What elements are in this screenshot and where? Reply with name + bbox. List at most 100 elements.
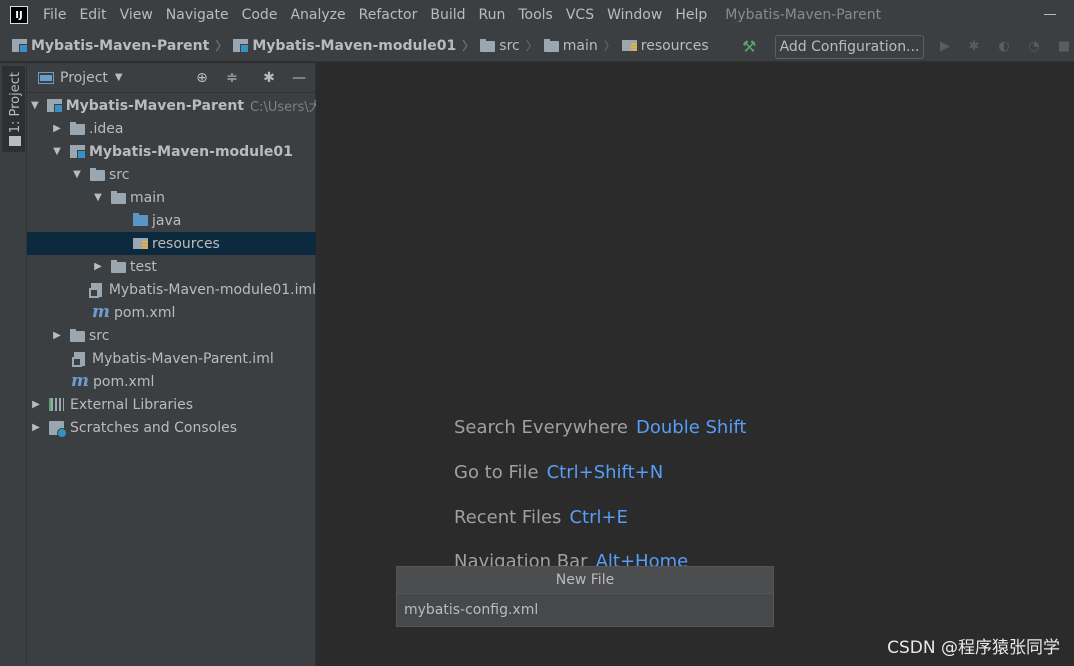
expanded-arrow-icon[interactable]: ▼ — [31, 100, 39, 111]
menu-build[interactable]: Build — [425, 0, 470, 30]
collapse-all-icon[interactable]: ≑ — [223, 69, 241, 87]
watermark: CSDN @程序猿张同学 — [887, 638, 1060, 658]
menu-view[interactable]: View — [115, 0, 158, 30]
project-panel: Project ▼ ⊕ ≑ ✱ — ▼ Mybatis-Maven-Parent… — [27, 63, 322, 666]
run-icon[interactable]: ▶ — [937, 39, 953, 55]
tree-item-module01-iml[interactable]: Mybatis-Maven-module01.iml — [27, 278, 316, 301]
tree-item-src[interactable]: ▼ src — [27, 163, 316, 186]
module-icon — [70, 145, 86, 159]
menu-run[interactable]: Run — [474, 0, 511, 30]
menu-code[interactable]: Code — [237, 0, 283, 30]
expanded-arrow-icon[interactable]: ▼ — [93, 192, 103, 203]
menu-tools[interactable]: Tools — [513, 0, 558, 30]
folder-icon — [111, 259, 126, 273]
breadcrumb-label: src — [499, 37, 520, 54]
new-file-dialog-title: New File — [397, 567, 773, 594]
intellij-logo-icon: IJ — [10, 6, 28, 24]
menu-vcs[interactable]: VCS — [561, 0, 599, 30]
chevron-down-icon[interactable]: ▼ — [115, 72, 123, 83]
breadcrumb-resources[interactable]: resources — [621, 37, 709, 54]
build-hammer-icon[interactable]: ⚒ — [742, 37, 762, 56]
tree-item-parent-src[interactable]: ▶ src — [27, 324, 316, 347]
tree-item-label: resources — [152, 235, 220, 252]
breadcrumb-label: resources — [640, 37, 709, 54]
gear-icon[interactable]: ✱ — [260, 69, 278, 87]
breadcrumb-src[interactable]: src 〉 — [480, 37, 538, 54]
module-icon — [12, 39, 28, 53]
scratches-icon — [49, 420, 67, 438]
menu-navigate[interactable]: Navigate — [161, 0, 234, 30]
collapsed-arrow-icon[interactable]: ▶ — [31, 399, 41, 410]
expanded-arrow-icon[interactable]: ▼ — [52, 146, 62, 157]
file-name-input[interactable]: mybatis-config.xml — [397, 594, 773, 626]
tree-item-label: pom.xml — [93, 373, 155, 390]
folder-icon — [9, 136, 21, 146]
menu-help[interactable]: Help — [670, 0, 712, 30]
hint-go-to-file: Go to File Ctrl+Shift+N — [454, 462, 663, 483]
tree-item-module01[interactable]: ▼ Mybatis-Maven-module01 — [27, 140, 316, 163]
profile-icon[interactable]: ◔ — [1026, 39, 1042, 55]
collapsed-arrow-icon[interactable]: ▶ — [52, 330, 62, 341]
source-folder-icon — [133, 213, 148, 226]
coverage-icon[interactable]: ◐ — [996, 39, 1012, 55]
new-file-dialog: New File mybatis-config.xml — [396, 566, 774, 627]
tree-item-label: src — [109, 166, 130, 183]
folder-icon — [480, 38, 496, 52]
breadcrumb-label: Mybatis-Maven-module01 — [252, 37, 457, 54]
hint-text: Recent Files — [454, 507, 562, 528]
menu-edit[interactable]: Edit — [74, 0, 111, 30]
tree-item-scratches[interactable]: ▶ Scratches and Consoles — [27, 416, 316, 439]
project-view-selector[interactable]: Project — [60, 70, 108, 86]
collapsed-arrow-icon[interactable]: ▶ — [31, 422, 41, 433]
tree-item-module01-pom[interactable]: m pom.xml — [27, 301, 316, 324]
tree-item-main[interactable]: ▼ main — [27, 186, 316, 209]
tree-item-label: main — [130, 189, 165, 206]
maven-icon: m — [92, 302, 110, 322]
breadcrumb-module01[interactable]: Mybatis-Maven-module01 〉 — [233, 37, 474, 54]
iml-file-icon — [88, 282, 102, 298]
window-title: Mybatis-Maven-Parent — [725, 7, 882, 23]
add-configuration-button[interactable]: Add Configuration... — [775, 35, 924, 59]
iml-file-icon — [72, 351, 85, 367]
folder-icon — [543, 38, 559, 52]
locate-icon[interactable]: ⊕ — [193, 69, 211, 87]
project-view-icon — [38, 71, 54, 84]
tree-item-label: src — [89, 327, 110, 344]
tree-item-label: Mybatis-Maven-Parent — [65, 97, 245, 114]
tree-item-parent-pom[interactable]: m pom.xml — [27, 370, 316, 393]
chevron-right-icon: 〉 — [603, 39, 616, 53]
stop-icon[interactable]: ■ — [1056, 39, 1072, 55]
hint-shortcut: Ctrl+E — [569, 507, 628, 528]
hide-icon[interactable]: — — [290, 69, 308, 87]
tree-item-external-libraries[interactable]: ▶ External Libraries — [27, 393, 316, 416]
chevron-right-icon: 〉 — [525, 39, 538, 53]
minimize-button[interactable] — [1044, 8, 1058, 22]
hint-text: Go to File — [454, 462, 539, 483]
collapsed-arrow-icon[interactable]: ▶ — [93, 261, 103, 272]
tree-item-idea[interactable]: ▶ .idea — [27, 117, 316, 140]
menu-window[interactable]: Window — [602, 0, 667, 30]
tree-item-test[interactable]: ▶ test — [27, 255, 316, 278]
tree-item-parent[interactable]: ▼ Mybatis-Maven-Parent C:\Users\大 — [27, 94, 322, 117]
project-tool-tab-label[interactable]: 1: Project — [8, 72, 23, 133]
tree-item-label: Scratches and Consoles — [70, 419, 237, 436]
tree-item-parent-iml[interactable]: Mybatis-Maven-Parent.iml — [27, 347, 316, 370]
collapsed-arrow-icon[interactable]: ▶ — [52, 123, 62, 134]
debug-icon[interactable]: ✱ — [966, 39, 982, 55]
menu-file[interactable]: File — [38, 0, 71, 30]
module-icon — [46, 99, 63, 113]
tree-item-label: External Libraries — [70, 396, 193, 413]
menu-analyze[interactable]: Analyze — [285, 0, 350, 30]
breadcrumb-label: main — [562, 37, 598, 54]
expanded-arrow-icon[interactable]: ▼ — [72, 169, 82, 180]
tree-item-label: java — [152, 212, 182, 229]
tree-item-resources[interactable]: resources — [27, 232, 316, 255]
menu-refactor[interactable]: Refactor — [354, 0, 423, 30]
project-panel-header: Project ▼ ⊕ ≑ ✱ — — [27, 63, 316, 93]
tree-item-label: test — [130, 258, 157, 275]
breadcrumb-main[interactable]: main 〉 — [543, 37, 616, 54]
tree-item-java[interactable]: java — [27, 209, 316, 232]
hint-search-everywhere: Search Everywhere Double Shift — [454, 417, 746, 438]
breadcrumb-parent[interactable]: Mybatis-Maven-Parent 〉 — [12, 37, 227, 54]
tool-window-stripe — [0, 63, 27, 666]
